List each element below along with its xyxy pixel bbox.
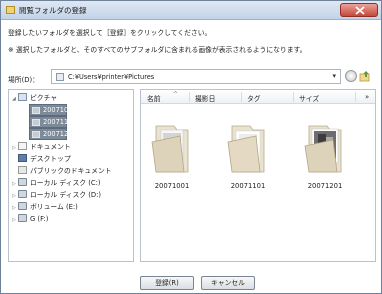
dialog-body: 登録したいフォルダを選択して［登録］をクリックしてください。 ※ 選択したフォル… (1, 20, 381, 293)
folder-tree[interactable]: ◢ ピクチャ 20071001 20071101 20071201 ▷ ドキュメント… (8, 89, 134, 262)
folder-name: 20071101 (230, 182, 266, 190)
tree-item-label: 20071101 (43, 118, 77, 126)
tree-item-label: 20071001 (43, 106, 77, 114)
tree-item-label: G (F:) (30, 215, 49, 223)
column-date-taken[interactable]: 撮影日 (195, 93, 215, 103)
tree-item-20071001[interactable]: 20071001 (29, 104, 77, 116)
tree-item-label: ローカル ディスク (D:) (30, 191, 102, 199)
tree-item-label: デスクトップ (30, 155, 71, 163)
drive-icon (18, 178, 27, 186)
instruction-text: 登録したいフォルダを選択して［登録］をクリックしてください。 (8, 29, 212, 37)
tree-item-label: 20071201 (43, 130, 77, 138)
title-bar[interactable]: 閲覧フォルダの登録 (1, 1, 381, 20)
column-name[interactable]: 名前 (147, 93, 161, 103)
pictures-folder-icon (18, 93, 27, 101)
tree-item-20071101[interactable]: 20071101 (29, 116, 77, 128)
refresh-button[interactable] (345, 70, 357, 82)
pictures-folder-icon (56, 73, 64, 81)
tree-item-20071201[interactable]: 20071201 (29, 128, 77, 140)
location-label: 場所(D)： (8, 76, 39, 84)
folder-icon (32, 119, 40, 126)
cancel-button[interactable]: キャンセル (201, 276, 255, 290)
folder-icon (32, 131, 40, 138)
up-folder-button[interactable] (359, 70, 371, 82)
column-tags[interactable]: タグ (247, 93, 261, 103)
tree-item-desktop[interactable]: デスクトップ (12, 154, 71, 165)
tree-item-drive-d[interactable]: ▷ ローカル ディスク (D:) (12, 190, 101, 201)
tree-item-drive-g[interactable]: ▷ G (F:) (12, 214, 48, 225)
folder-name: 20071201 (307, 182, 343, 190)
dropdown-arrow-icon[interactable]: ▾ (332, 72, 336, 80)
window-title: 閲覧フォルダの登録 (19, 6, 87, 15)
tree-item-documents[interactable]: ▷ ドキュメント (12, 142, 71, 153)
folder-icon (151, 125, 189, 173)
tree-item-label: ボリューム (E:) (30, 203, 78, 211)
note-text: ※ 選択したフォルダと、そのすべてのサブフォルダに含まれる画像が表示されるように… (8, 46, 307, 54)
dialog-window: 閲覧フォルダの登録 登録したいフォルダを選択して［登録］をクリックしてください。… (0, 0, 382, 294)
folder-icon (304, 125, 342, 173)
folder-icon (32, 107, 40, 114)
column-size[interactable]: サイズ (299, 93, 319, 103)
column-header: 名前 ^ 撮影日 タグ サイズ » (141, 90, 375, 104)
file-view[interactable]: 名前 ^ 撮影日 タグ サイズ » 20071001 20071101 2007… (140, 89, 376, 262)
drive-icon (18, 190, 27, 198)
desktop-icon (18, 154, 27, 162)
tree-item-label: ドキュメント (30, 143, 71, 151)
more-columns-button[interactable]: » (365, 93, 369, 101)
folder-name: 20071001 (154, 182, 190, 190)
drive-icon (18, 214, 27, 222)
tree-item-label: ローカル ディスク (C:) (30, 179, 101, 187)
public-documents-icon (18, 166, 27, 174)
close-button[interactable] (340, 3, 378, 17)
tree-item-label: ピクチャ (30, 94, 58, 102)
folder-icon (6, 6, 15, 14)
folder-icon (227, 125, 265, 173)
tree-item-volume-e[interactable]: ▷ ボリューム (E:) (12, 202, 78, 213)
tree-item-pictures[interactable]: ◢ ピクチャ (12, 93, 57, 104)
documents-icon (18, 142, 27, 150)
location-combobox[interactable]: C:¥Users¥printer¥Pictures ▾ (51, 69, 341, 84)
tree-item-label: パブリックのドキュメント (30, 167, 112, 175)
tree-item-drive-c[interactable]: ▷ ローカル ディスク (C:) (12, 178, 101, 189)
sort-arrow-icon: ^ (173, 91, 179, 98)
location-path: C:¥Users¥printer¥Pictures (68, 73, 155, 81)
register-button[interactable]: 登録(R) (140, 276, 194, 290)
up-folder-icon (359, 71, 370, 82)
drive-icon (18, 202, 27, 210)
tree-item-public-documents[interactable]: パブリックのドキュメント (12, 166, 112, 177)
close-icon (355, 6, 365, 15)
